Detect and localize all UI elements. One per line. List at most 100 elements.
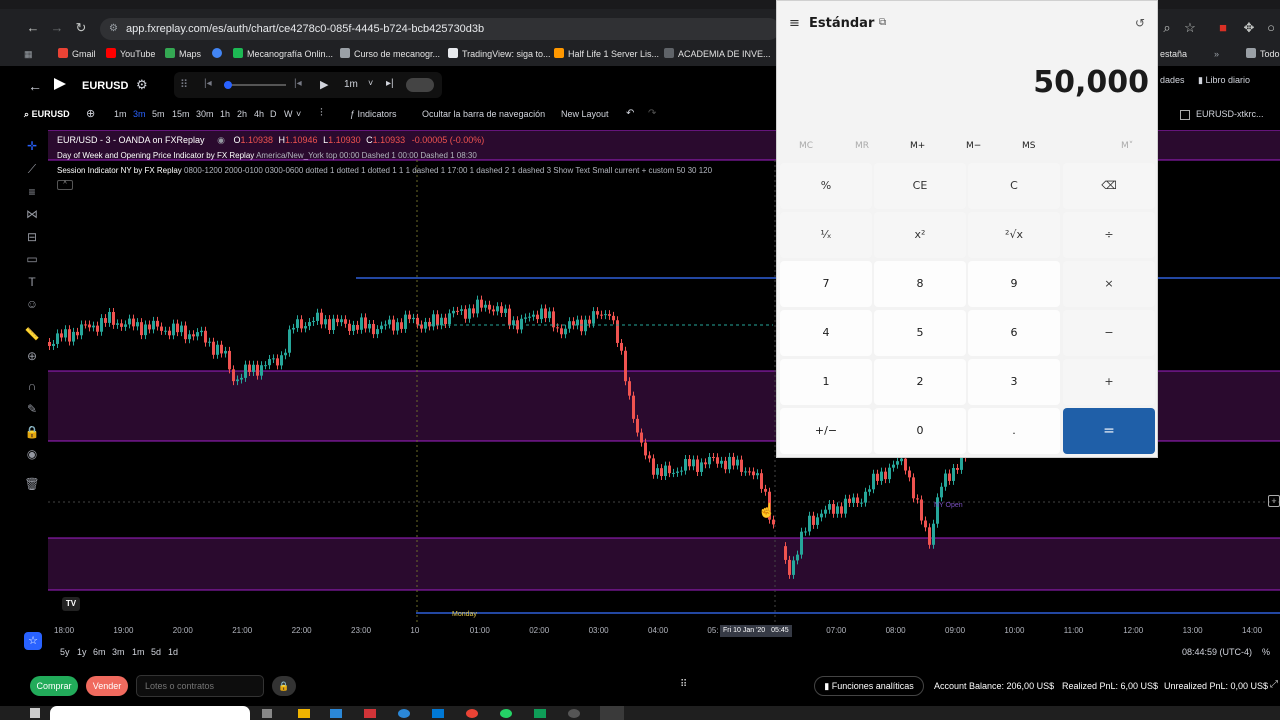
lock-icon[interactable]: 🔒	[24, 424, 40, 440]
windows-start-icon[interactable]	[30, 708, 40, 718]
text-icon[interactable]: T	[24, 274, 40, 290]
favorites-star-icon[interactable]: ☆	[24, 632, 42, 650]
digit-5-button[interactable]: 5	[874, 310, 966, 356]
decimal-button[interactable]: .	[968, 408, 1060, 454]
bookmark-star-icon[interactable]: ☆	[1181, 19, 1199, 37]
history-icon[interactable]: ↺	[1135, 16, 1145, 30]
pattern-icon[interactable]: ⋈	[24, 206, 40, 222]
app-red-icon[interactable]	[364, 709, 376, 718]
tf-w[interactable]: W	[284, 109, 293, 119]
emoji-icon[interactable]: ☺	[24, 296, 40, 312]
whatsapp-icon[interactable]	[500, 709, 512, 718]
mem-store-button[interactable]: MS	[1022, 141, 1035, 151]
expand-icon[interactable]: ⤢	[1270, 679, 1278, 690]
step-forward-icon[interactable]: ▸|	[386, 78, 394, 89]
bookmark-all[interactable]: Todo	[1246, 47, 1280, 61]
taskview-icon[interactable]	[262, 709, 272, 718]
bookmark-unlabeled[interactable]	[212, 47, 226, 61]
digit-8-button[interactable]: 8	[874, 261, 966, 307]
compare-add-icon[interactable]: ⊕	[86, 107, 95, 120]
range-1m[interactable]: 1m	[132, 647, 145, 657]
trendline-icon[interactable]: ⟋	[24, 161, 40, 177]
bookmark-curso[interactable]: Curso de mecanogr...	[340, 47, 440, 61]
digit-9-button[interactable]: 9	[968, 261, 1060, 307]
site-info-icon[interactable]: ⚙	[109, 18, 118, 40]
layout-button[interactable]: New Layout	[561, 109, 609, 119]
layout-name[interactable]: EURUSD-xtkrc...	[1196, 109, 1264, 119]
lots-input[interactable]	[136, 675, 264, 697]
back-icon[interactable]: ←	[24, 19, 42, 37]
bookmark-tradingview[interactable]: TradingView: siga to...	[448, 47, 551, 61]
drag-handle-icon[interactable]: ⠿	[180, 78, 188, 91]
more-bookmarks-icon[interactable]: »	[1214, 47, 1219, 61]
undo-icon[interactable]: ↶	[626, 108, 634, 119]
digit-6-button[interactable]: 6	[968, 310, 1060, 356]
sell-button[interactable]: Vender	[86, 676, 128, 696]
eye-icon[interactable]: ◉	[24, 446, 40, 462]
buy-button[interactable]: Comprar	[30, 676, 78, 696]
indicator-session[interactable]: Session Indicator NY by FX Replay 0800-1…	[57, 166, 712, 175]
lock-order-icon[interactable]: 🔒	[272, 676, 296, 696]
taskbar-search[interactable]	[50, 706, 250, 720]
zoom-in-icon[interactable]: ⊕	[24, 348, 40, 364]
minus-button[interactable]: −	[1063, 310, 1155, 356]
tf-15m[interactable]: 15m	[172, 109, 190, 119]
edge-icon[interactable]	[398, 709, 410, 718]
mem-recall-button[interactable]: MR	[855, 141, 869, 151]
step-back-icon[interactable]: |◂	[294, 78, 302, 89]
range-3m[interactable]: 3m	[112, 647, 125, 657]
digit-3-button[interactable]: 3	[968, 359, 1060, 405]
indicators-button[interactable]: ƒ Indicators	[350, 109, 397, 119]
address-bar[interactable]: ⚙ app.fxreplay.com/es/auth/chart/ce4278c…	[100, 18, 780, 40]
collapse-legend-icon[interactable]: ^	[57, 180, 73, 190]
percent-toggle[interactable]: %	[1262, 647, 1270, 657]
tf-3m[interactable]: 3m	[133, 109, 146, 119]
analytics-button[interactable]: ▮ Funciones analíticas	[814, 676, 924, 696]
ruler-icon[interactable]: 📏	[24, 326, 40, 342]
range-1y[interactable]: 1y	[77, 647, 87, 657]
digit-7-button[interactable]: 7	[780, 261, 872, 307]
hamburger-menu-icon[interactable]: ≡	[789, 16, 800, 31]
range-1d[interactable]: 1d	[168, 647, 178, 657]
mem-list-button[interactable]: M˅	[1121, 141, 1133, 151]
trash-icon[interactable]: 🗑	[24, 476, 40, 492]
tab-libro-diario[interactable]: ▮ Libro diario	[1198, 75, 1250, 86]
bookmark-youtube[interactable]: YouTube	[106, 47, 155, 61]
add-alert-icon[interactable]: +	[1268, 495, 1280, 507]
bookmark-maps[interactable]: Maps	[165, 47, 201, 61]
reload-icon[interactable]: ↻	[72, 19, 90, 37]
tf-1m[interactable]: 1m	[114, 109, 127, 119]
tf-30m[interactable]: 30m	[196, 109, 214, 119]
bookmark-mecanografia[interactable]: Mecanografía Onlin...	[233, 47, 333, 61]
tf-1h[interactable]: 1h	[220, 109, 230, 119]
speed-select[interactable]: 1m	[344, 79, 358, 90]
tf-dropdown-icon[interactable]: ˅	[296, 109, 301, 119]
settings-gear-icon[interactable]: ⚙	[136, 77, 148, 93]
backspace-icon[interactable]: ⌫	[1063, 163, 1155, 209]
digit-0-button[interactable]: 0	[874, 408, 966, 454]
clock-timezone[interactable]: 08:44:59 (UTC-4)	[1182, 647, 1252, 657]
range-6m[interactable]: 6m	[93, 647, 106, 657]
magnet-icon[interactable]: ∩	[24, 378, 40, 394]
reciprocal-button[interactable]: ¹⁄ₓ	[780, 212, 872, 258]
bookmark-academia[interactable]: ACADEMIA DE INVE...	[664, 47, 771, 61]
mem-subtract-button[interactable]: M−	[966, 141, 981, 151]
indicator-dow[interactable]: Day of Week and Opening Price Indicator …	[57, 151, 477, 160]
bookmark-gmail[interactable]: Gmail	[58, 47, 96, 61]
tab-partial[interactable]: dades	[1160, 75, 1185, 85]
multiply-button[interactable]: ×	[1063, 261, 1155, 307]
percent-button[interactable]: %	[780, 163, 872, 209]
replay-symbol[interactable]: EURUSD	[82, 80, 128, 92]
crosshair-icon[interactable]: ✛	[24, 138, 40, 154]
mem-add-button[interactable]: M+	[910, 141, 925, 151]
tf-5m[interactable]: 5m	[152, 109, 165, 119]
clear-button[interactable]: C	[968, 163, 1060, 209]
store-icon[interactable]	[330, 709, 342, 718]
zoom-icon[interactable]: ⌕	[1158, 19, 1176, 37]
digit-4-button[interactable]: 4	[780, 310, 872, 356]
plus-button[interactable]: +	[1063, 359, 1155, 405]
play-icon[interactable]: ▶	[320, 78, 328, 91]
digit-2-button[interactable]: 2	[874, 359, 966, 405]
mem-clear-button[interactable]: MC	[799, 141, 813, 151]
mail-icon[interactable]	[432, 709, 444, 718]
